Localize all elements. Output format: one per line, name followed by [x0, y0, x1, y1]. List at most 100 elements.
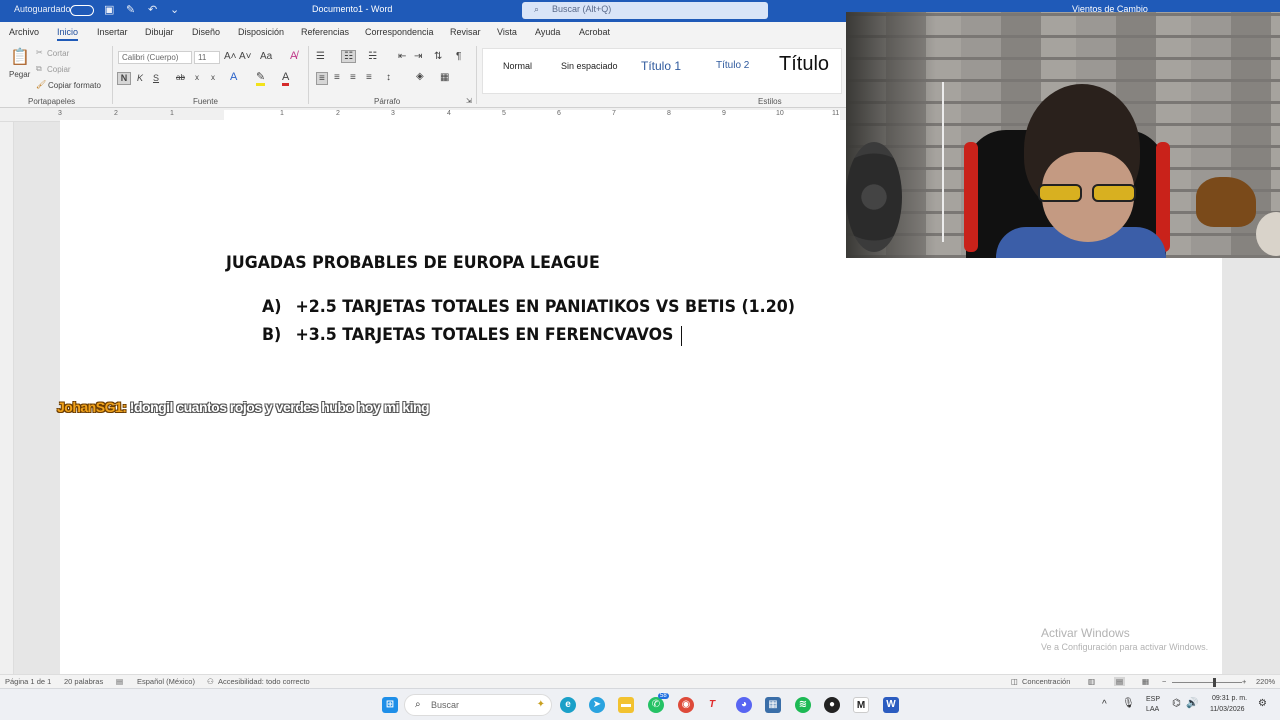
copy-button[interactable]: Copiar	[47, 65, 71, 74]
tab-vista[interactable]: Vista	[497, 27, 517, 37]
autosave-toggle[interactable]	[70, 5, 94, 16]
undo-icon[interactable]: ↶	[148, 3, 157, 16]
word-count[interactable]: 20 palabras	[64, 677, 103, 686]
shrink-font-icon[interactable]: A˅	[239, 51, 252, 62]
page-count[interactable]: Página 1 de 1	[5, 677, 51, 686]
vertical-ruler[interactable]	[0, 122, 14, 674]
save-icon[interactable]: ▣	[104, 3, 114, 16]
chrome-icon[interactable]: ◉	[678, 697, 694, 713]
discord-icon[interactable]: ◕	[736, 697, 752, 713]
tab-ayuda[interactable]: Ayuda	[535, 27, 560, 37]
highlight-icon[interactable]: ✎	[256, 70, 266, 86]
read-mode-icon[interactable]: ▥	[1088, 677, 1095, 686]
align-right-icon[interactable]: ≡	[350, 72, 356, 83]
tab-referencias[interactable]: Referencias	[301, 27, 349, 37]
trading-app-icon[interactable]: T	[704, 697, 720, 713]
language-status[interactable]: Español (México)	[137, 677, 195, 686]
windows-start-icon[interactable]: ⊞	[382, 697, 398, 713]
subscript-button[interactable]: x	[195, 73, 199, 82]
network-icon[interactable]: ⌬	[1172, 698, 1181, 709]
obs-icon[interactable]: ●	[824, 697, 840, 713]
accessibility-status[interactable]: Accesibilidad: todo correcto	[218, 677, 310, 686]
file-explorer-icon[interactable]: ▬	[618, 697, 634, 713]
volume-icon[interactable]: 🔊	[1186, 698, 1198, 709]
tray-overflow-icon[interactable]: ^	[1102, 699, 1107, 710]
tab-insertar[interactable]: Insertar	[97, 27, 128, 37]
grow-font-icon[interactable]: A˄	[224, 51, 237, 62]
superscript-button[interactable]: x	[211, 73, 215, 82]
style-title[interactable]: Título	[779, 53, 829, 76]
document-heading[interactable]: JUGADAS PROBABLES DE EUROPA LEAGUE	[226, 253, 600, 273]
copy-icon[interactable]: ⧉	[36, 64, 42, 74]
increase-indent-icon[interactable]: ⇥	[414, 51, 422, 62]
justify-icon[interactable]: ≡	[366, 72, 372, 83]
tab-diseno[interactable]: Diseño	[192, 27, 220, 37]
tab-correspondencia[interactable]: Correspondencia	[365, 27, 434, 37]
input-language-bottom[interactable]: LAA	[1146, 706, 1159, 713]
style-normal[interactable]: Normal	[503, 61, 532, 71]
edge-browser-icon[interactable]: e	[560, 697, 576, 713]
style-no-spacing[interactable]: Sin espaciado	[561, 61, 618, 71]
style-heading-1[interactable]: Título 1	[641, 59, 681, 73]
zoom-out-icon[interactable]: −	[1162, 677, 1166, 686]
font-name-combo[interactable]: Calibri (Cuerpo)	[118, 51, 192, 64]
title-search-box[interactable]: ⌕ Buscar (Alt+Q)	[522, 2, 768, 19]
zoom-in-icon[interactable]: +	[1242, 677, 1246, 686]
zoom-level[interactable]: 220%	[1256, 677, 1275, 686]
align-left-icon[interactable]: ≡	[316, 72, 328, 85]
tab-disposicion[interactable]: Disposición	[238, 27, 284, 37]
clear-formatting-icon[interactable]: A̸	[290, 50, 297, 62]
font-size-combo[interactable]: 11	[194, 51, 220, 64]
input-language-top[interactable]: ESP	[1146, 696, 1160, 703]
change-case-icon[interactable]: Aa	[260, 51, 272, 62]
cut-icon[interactable]: ✂	[36, 48, 43, 57]
borders-icon[interactable]: ▦	[440, 72, 449, 83]
tab-archivo[interactable]: Archivo	[9, 27, 39, 37]
format-painter-button[interactable]: Copiar formato	[48, 81, 101, 90]
clock-date[interactable]: 11/03/2026	[1210, 706, 1245, 713]
chevron-down-icon[interactable]: ⌄	[170, 3, 179, 16]
numbering-icon[interactable]: ☷	[341, 50, 356, 63]
paste-icon[interactable]: 📋	[10, 47, 30, 67]
whatsapp-icon[interactable]: ✆	[648, 697, 664, 713]
sort-icon[interactable]: ⇅	[434, 51, 442, 62]
list-item[interactable]: A) +2.5 TARJETAS TOTALES EN PANIATIKOS VS…	[262, 297, 795, 317]
paste-button[interactable]: Pegar	[9, 70, 30, 79]
align-center-icon[interactable]: ≡	[334, 72, 340, 83]
focus-icon[interactable]: ◫	[1011, 677, 1018, 686]
medium-app-icon[interactable]: M	[853, 697, 869, 713]
accessibility-icon[interactable]: ⚇	[207, 677, 214, 686]
text-effects-icon[interactable]: A	[230, 71, 237, 83]
web-layout-icon[interactable]: ▦	[1142, 677, 1149, 686]
proofing-icon[interactable]: ▤	[116, 677, 123, 686]
tab-dibujar[interactable]: Dibujar	[145, 27, 174, 37]
underline-button[interactable]: S	[153, 73, 159, 83]
italic-button[interactable]: K	[137, 73, 143, 83]
notifications-icon[interactable]: ⚙	[1258, 698, 1267, 709]
taskbar-search[interactable]: ⌕ Buscar ✦	[404, 694, 552, 716]
clock-time[interactable]: 09:31 p. m.	[1212, 695, 1247, 702]
spotify-icon[interactable]: ≋	[795, 697, 811, 713]
shading-icon[interactable]: ◈	[416, 71, 424, 82]
bold-button[interactable]: N	[117, 72, 131, 85]
paragraph-launcher-icon[interactable]: ⇲	[466, 97, 472, 105]
zoom-slider-handle[interactable]	[1213, 678, 1216, 687]
cut-button[interactable]: Cortar	[47, 49, 69, 58]
tab-acrobat[interactable]: Acrobat	[579, 27, 610, 37]
draw-icon[interactable]: ✎	[126, 3, 135, 16]
line-spacing-icon[interactable]: ↕	[386, 72, 391, 83]
decrease-indent-icon[interactable]: ⇤	[398, 51, 406, 62]
font-color-icon[interactable]: A	[282, 71, 290, 86]
tab-revisar[interactable]: Revisar	[450, 27, 481, 37]
show-marks-icon[interactable]: ¶	[456, 51, 461, 62]
bullets-icon[interactable]: ☰	[316, 51, 325, 62]
zoom-slider[interactable]	[1172, 682, 1242, 683]
word-app-icon[interactable]: W	[883, 697, 899, 713]
format-painter-icon[interactable]: 🖌	[36, 80, 46, 89]
calculator-icon[interactable]: ▦	[765, 697, 781, 713]
multilevel-list-icon[interactable]: ☵	[368, 51, 377, 62]
strikethrough-button[interactable]: ab	[176, 73, 185, 82]
print-layout-icon[interactable]: ▤	[1114, 677, 1126, 686]
tab-inicio[interactable]: Inicio	[57, 27, 79, 41]
microphone-icon[interactable]: 🎙	[1122, 698, 1135, 709]
